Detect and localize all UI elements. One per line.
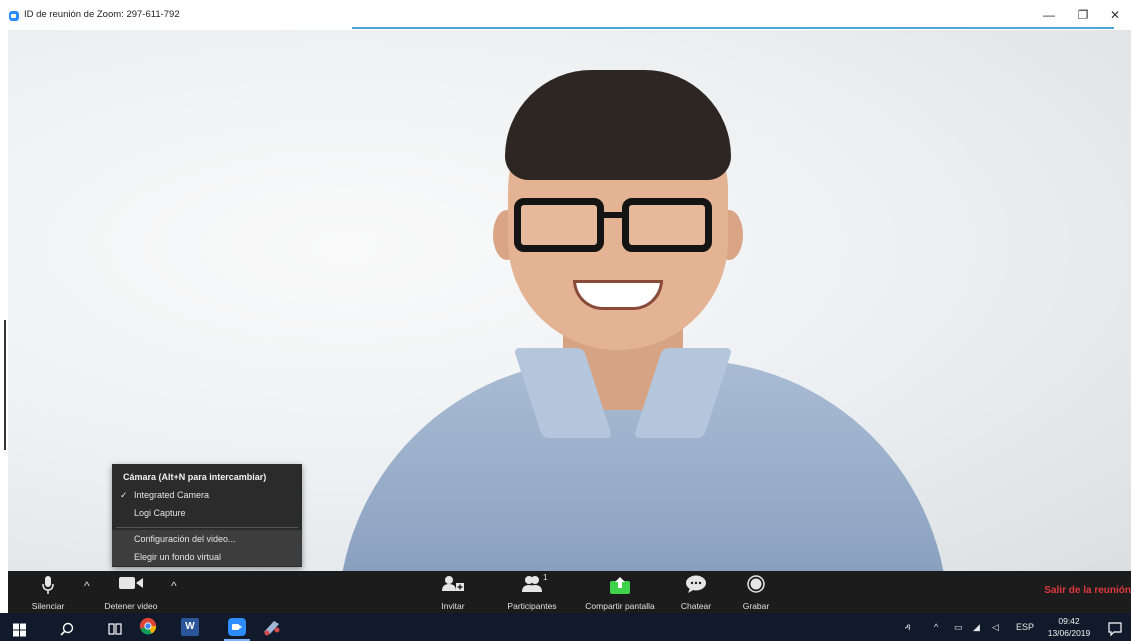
meeting-controls-bar: Silenciar ^ Detener video ^ Invitar 1 Pa…	[8, 571, 1131, 613]
record-label: Grabar	[742, 601, 770, 611]
camera-option-label: Logi Capture	[134, 508, 186, 518]
camera-option-label: Configuración del video...	[134, 534, 236, 544]
chat-bubble-icon	[686, 575, 706, 593]
zoom-app-icon[interactable]	[228, 618, 246, 636]
windows-start-icon[interactable]	[13, 621, 26, 639]
participants-label: Participantes	[507, 601, 557, 611]
chat-label: Chatear	[680, 601, 712, 611]
title-bar: ID de reunión de Zoom: 297-611-792 — ❐ ✕	[0, 0, 1131, 30]
menu-divider	[116, 527, 298, 528]
camera-option-integrated[interactable]: ✓ Integrated Camera	[112, 486, 302, 504]
notifications-icon[interactable]	[1108, 620, 1122, 638]
camera-option-logi[interactable]: Logi Capture	[112, 504, 302, 522]
left-edge	[0, 30, 8, 571]
show-hidden-icons-chevron-icon[interactable]: ^	[934, 613, 938, 641]
audio-options-chevron-icon[interactable]: ^	[84, 579, 90, 593]
language-indicator[interactable]: ESP	[1016, 613, 1034, 641]
record-button[interactable]: Grabar	[734, 571, 778, 613]
chat-button[interactable]: Chatear	[674, 571, 718, 613]
search-icon[interactable]	[60, 620, 74, 638]
camera-option-label: Elegir un fondo virtual	[134, 552, 222, 562]
video-options-chevron-icon[interactable]: ^	[171, 579, 177, 593]
camera-menu: Cámara (Alt+N para intercambiar) ✓ Integ…	[112, 464, 302, 567]
microphone-icon	[42, 576, 54, 594]
check-icon: ✓	[120, 490, 128, 500]
virtual-background-item[interactable]: Elegir un fondo virtual	[112, 548, 302, 566]
share-screen-button[interactable]: Compartir pantalla	[580, 571, 660, 613]
wifi-icon[interactable]: ◢	[973, 613, 980, 641]
snipping-tool-icon[interactable]	[262, 618, 282, 636]
leave-meeting-button[interactable]: Salir de la reunión	[1044, 585, 1131, 596]
word-icon[interactable]: W	[181, 618, 199, 636]
battery-icon[interactable]: ▭	[954, 613, 963, 641]
participants-count-badge: 1	[543, 573, 548, 582]
mute-label: Silenciar	[31, 601, 65, 611]
clock-time: 09:42	[1058, 616, 1080, 626]
resize-handle[interactable]	[4, 320, 6, 450]
zoom-logo-icon	[9, 11, 19, 21]
people-icon[interactable]: ዳ	[905, 613, 911, 641]
share-screen-icon	[610, 577, 630, 594]
camera-option-label: Integrated Camera	[134, 490, 210, 500]
task-view-icon[interactable]	[108, 620, 122, 638]
record-icon	[747, 575, 765, 593]
share-screen-label: Compartir pantalla	[585, 601, 655, 611]
close-button[interactable]: ✕	[1104, 6, 1126, 24]
volume-icon[interactable]: ◁	[992, 613, 999, 641]
windows-taskbar: W ዳ ^ ▭ ◢ ◁ ESP 09:42 13/06/2019	[0, 613, 1131, 641]
stop-video-button[interactable]: Detener video	[98, 571, 164, 613]
participants-button[interactable]: 1 Participantes	[496, 571, 568, 613]
invite-person-icon	[442, 576, 464, 591]
minimize-button[interactable]: —	[1038, 6, 1060, 24]
camera-menu-header: Cámara (Alt+N para intercambiar)	[123, 472, 267, 482]
title-accent-line	[352, 27, 1114, 29]
person-glasses	[504, 198, 736, 254]
window-title: ID de reunión de Zoom: 297-611-792	[24, 9, 180, 20]
invite-label: Invitar	[441, 601, 465, 611]
invite-button[interactable]: Invitar	[428, 571, 478, 613]
video-settings-item[interactable]: Configuración del video...	[112, 530, 302, 548]
maximize-button[interactable]: ❐	[1072, 6, 1094, 24]
clock[interactable]: 09:42 13/06/2019	[1042, 615, 1096, 639]
person-hair	[505, 70, 731, 180]
chrome-icon[interactable]	[138, 617, 158, 635]
clock-date: 13/06/2019	[1047, 628, 1091, 638]
stop-video-label: Detener video	[104, 601, 158, 611]
participants-icon	[522, 576, 542, 592]
mute-button[interactable]: Silenciar	[18, 571, 78, 613]
video-camera-icon	[119, 577, 143, 589]
